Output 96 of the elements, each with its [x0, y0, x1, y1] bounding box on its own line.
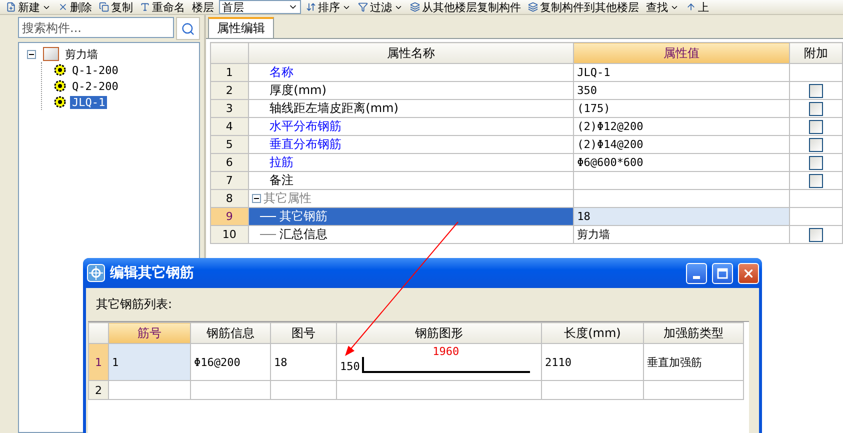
- property-name: 厚度(mm): [268, 83, 326, 97]
- row-number: 8: [210, 190, 248, 208]
- property-name: 名称: [268, 65, 294, 79]
- floor-select[interactable]: 首层: [219, 0, 301, 14]
- tab[interactable]: 属性编辑: [208, 17, 274, 38]
- row-number: 1: [210, 64, 248, 82]
- tree-item[interactable]: Q-1-200: [70, 64, 120, 76]
- property-value: (2)Φ14@200: [577, 138, 644, 151]
- property-value: (175): [577, 102, 610, 115]
- property-name: 汇总信息: [280, 227, 328, 241]
- row-number: 4: [210, 118, 248, 136]
- dimension-label: 150: [340, 360, 360, 373]
- tree-item[interactable]: Q-2-200: [70, 80, 120, 92]
- toolbar-icon: [528, 2, 538, 12]
- maximize-icon: [717, 268, 728, 278]
- property-name: 备注: [268, 173, 294, 187]
- property-name: 拉筋: [268, 155, 294, 169]
- property-name: 轴线距左墙皮距离(mm): [268, 101, 398, 115]
- column-header[interactable]: 加强筋类型: [644, 322, 744, 344]
- toolbar-icon: [686, 2, 696, 12]
- collapse-toggle[interactable]: [27, 50, 36, 58]
- toolbar-button[interactable]: 查找: [644, 0, 681, 14]
- toolbar-button[interactable]: 复制构件到其他楼层: [526, 0, 641, 14]
- checkbox[interactable]: [808, 102, 823, 116]
- column-header[interactable]: 钢筋图形: [336, 322, 542, 344]
- table-cell: 2110: [545, 356, 572, 368]
- column-header[interactable]: 长度(mm): [542, 322, 644, 344]
- toolbar-button[interactable]: 过滤: [356, 0, 405, 14]
- row-number: 6: [210, 154, 248, 172]
- list-label: 其它钢筋列表:: [95, 296, 174, 313]
- checkbox[interactable]: [808, 120, 823, 134]
- property-value: 剪力墙: [577, 228, 610, 241]
- row-number: 1: [88, 344, 108, 380]
- gear-icon: [54, 96, 66, 108]
- toolbar-button[interactable]: 复制: [97, 0, 135, 14]
- tree-item[interactable]: JLQ-1: [70, 96, 108, 108]
- toolbar-icon: [99, 2, 109, 12]
- minimize-icon: [693, 276, 700, 278]
- row-number: 2: [88, 380, 108, 400]
- table-cell: 18: [274, 356, 288, 368]
- column-header[interactable]: 筋号: [108, 322, 190, 344]
- toolbar-button[interactable]: 重命名: [138, 0, 187, 14]
- property-value: 350: [577, 84, 597, 97]
- row-number: 10: [210, 226, 248, 244]
- search-button[interactable]: [176, 17, 200, 40]
- table-cell: 垂直加强筋: [647, 356, 702, 368]
- column-header[interactable]: 属性名称: [248, 42, 574, 64]
- property-name: 水平分布钢筋: [268, 119, 342, 133]
- toolbar-icon: [358, 2, 368, 12]
- checkbox[interactable]: [808, 156, 823, 170]
- row-number: 9: [210, 208, 248, 226]
- toolbar-icon: [58, 2, 68, 12]
- property-name: 其它钢筋: [280, 209, 328, 223]
- toolbar-icon: [306, 2, 316, 12]
- column-header[interactable]: 图号: [270, 322, 336, 344]
- row-number: 5: [210, 136, 248, 154]
- checkbox[interactable]: [808, 84, 823, 98]
- minimize-button[interactable]: [686, 262, 707, 284]
- column-header[interactable]: 属性值: [574, 42, 790, 64]
- row-number: 3: [210, 100, 248, 118]
- toolbar-button[interactable]: 从其他楼层复制构件: [408, 0, 523, 14]
- property-value: (2)Φ12@200: [577, 120, 644, 133]
- table-cell: Φ16@200: [194, 356, 240, 368]
- checkbox[interactable]: [808, 228, 823, 242]
- property-value: 18: [577, 210, 590, 223]
- floor-label: 楼层: [191, 0, 215, 14]
- property-value: JLQ-1: [577, 66, 610, 79]
- checkbox[interactable]: [808, 138, 823, 152]
- property-name: 垂直分布钢筋: [268, 137, 342, 151]
- table-cell: 1: [112, 356, 119, 368]
- toolbar-button[interactable]: 删除: [56, 0, 94, 14]
- close-button[interactable]: [738, 262, 759, 284]
- collapse-toggle[interactable]: [252, 194, 261, 204]
- gear-icon: [54, 80, 66, 92]
- row-number: 7: [210, 172, 248, 190]
- app-icon: [87, 264, 105, 282]
- checkbox[interactable]: [808, 174, 823, 188]
- toolbar-icon: [6, 2, 16, 12]
- row-number: 2: [210, 82, 248, 100]
- group-name: 其它属性: [264, 191, 312, 205]
- toolbar-button[interactable]: 上: [684, 0, 711, 14]
- toolbar-button[interactable]: 排序: [304, 0, 353, 14]
- property-value: Φ6@600*600: [577, 156, 644, 169]
- column-header[interactable]: 钢筋信息: [190, 322, 270, 344]
- toolbar-icon: [140, 2, 150, 12]
- search-icon: [181, 22, 195, 36]
- toolbar-button[interactable]: 新建: [4, 0, 53, 14]
- search-field[interactable]: 搜索构件...: [18, 17, 174, 38]
- dialog-title: 编辑其它钢筋: [110, 264, 195, 282]
- toolbar-icon: [410, 2, 420, 12]
- close-icon: [742, 266, 755, 280]
- maximize-button[interactable]: [712, 262, 733, 284]
- gear-icon: [54, 64, 66, 76]
- dimension-label: 1960: [432, 345, 460, 358]
- tree-item[interactable]: 剪力墙: [63, 46, 100, 62]
- column-header[interactable]: 附加: [789, 42, 842, 64]
